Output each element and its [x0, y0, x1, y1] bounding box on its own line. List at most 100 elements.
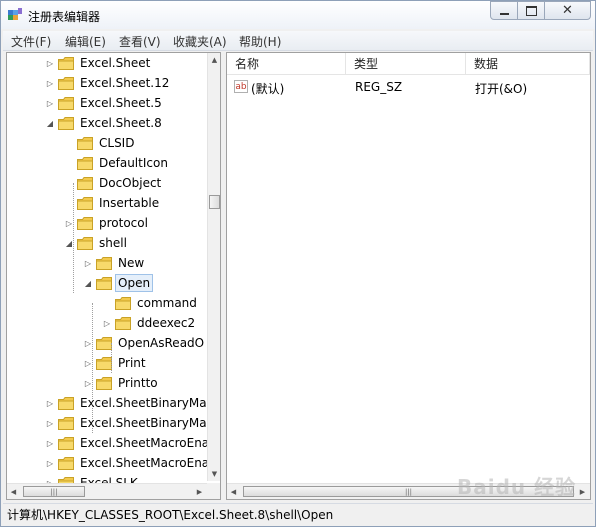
tree-item[interactable]: ▷ New [83, 253, 146, 273]
tree-item-label: OpenAsReadO [118, 336, 205, 350]
tree-item-label: Printto [118, 376, 158, 390]
folder-icon [58, 456, 74, 470]
tree-item-label: Excel.SheetBinaryMac [80, 396, 214, 410]
tree-item-label: Excel.Sheet [80, 56, 151, 70]
title-bar[interactable]: 注册表编辑器 ✕ [1, 1, 595, 29]
scroll-left-arrow-icon[interactable]: ◀ [7, 485, 20, 499]
status-bar: 计算机\HKEY_CLASSES_ROOT\Excel.Sheet.8\shel… [3, 503, 593, 524]
collapse-arrow-icon[interactable]: ◢ [83, 279, 93, 288]
expand-arrow-icon[interactable]: ▷ [45, 59, 55, 68]
folder-icon [77, 136, 93, 150]
tree-item[interactable]: ▷ Excel.Sheet [45, 53, 152, 73]
tree-item-label: Excel.SheetBinaryMac [80, 416, 214, 430]
expand-arrow-icon[interactable]: ▷ [45, 99, 55, 108]
tree-item[interactable]: ▷ Excel.Sheet.12 [45, 73, 171, 93]
folder-icon [96, 336, 112, 350]
folder-icon [58, 56, 74, 70]
menu-favorites[interactable]: 收藏夹(A) [173, 33, 227, 50]
tree-item[interactable]: DefaultIcon [64, 153, 170, 173]
tree-item[interactable]: ▷ Excel.Sheet.5 [45, 93, 164, 113]
tree-item[interactable]: ◢ Excel.Sheet.8 [45, 113, 164, 133]
tree-item[interactable]: command [102, 293, 199, 313]
scrollbar-corner [207, 483, 220, 499]
close-button[interactable]: ✕ [544, 1, 591, 20]
collapse-arrow-icon[interactable]: ◢ [45, 119, 55, 128]
scroll-down-arrow-icon[interactable]: ▼ [208, 467, 220, 481]
tree-item[interactable]: ▷ Excel.SheetBinaryMac [45, 393, 215, 413]
tree-item[interactable]: DocObject [64, 173, 163, 193]
tree-item[interactable]: Insertable [64, 193, 161, 213]
tree-item[interactable]: ▷ Excel.SheetMacroEna [45, 453, 211, 473]
window-title: 注册表编辑器 [28, 10, 101, 24]
tree-item[interactable]: ▷ Printto [83, 373, 160, 393]
expand-arrow-icon[interactable]: ▷ [45, 79, 55, 88]
folder-icon [58, 436, 74, 450]
menu-bar: 文件(F) 编辑(E) 查看(V) 收藏夹(A) 帮助(H) [3, 31, 593, 51]
scroll-up-arrow-icon[interactable]: ▲ [208, 53, 220, 67]
column-header-data[interactable]: 数据 [466, 53, 590, 75]
registry-key-tree[interactable]: ▷ Excel.Sheet ▷ Excel.Sheet.12 ▷ Excel.Sheet.… [6, 52, 221, 500]
tree-item-label: command [137, 296, 197, 310]
tree-item[interactable]: ▷ Excel.SheetBinaryMac [45, 413, 215, 433]
tree-item-label: Excel.Sheet.5 [80, 96, 162, 110]
registry-editor-window: 注册表编辑器 ✕ 文件(F) 编辑(E) 查看(V) 收藏夹(A) 帮助(H) … [0, 0, 596, 527]
expand-arrow-icon[interactable]: ▷ [102, 319, 112, 328]
minimize-icon [499, 12, 509, 15]
tree-item-label: Excel.SheetMacroEna [80, 456, 210, 470]
expand-arrow-icon[interactable]: ▷ [45, 459, 55, 468]
status-path: 计算机\HKEY_CLASSES_ROOT\Excel.Sheet.8\shel… [7, 507, 334, 522]
folder-icon [58, 116, 74, 130]
tree-item-label: protocol [99, 216, 148, 230]
tree-item[interactable]: ▷ OpenAsReadO [83, 333, 206, 353]
column-header-type[interactable]: 类型 [346, 53, 466, 75]
column-header-name[interactable]: 名称 [227, 53, 346, 75]
tree-item[interactable]: CLSID [64, 133, 136, 153]
maximize-icon [525, 5, 537, 16]
tree-item-label: ddeexec2 [137, 316, 196, 330]
folder-icon [96, 356, 112, 370]
value-data: 打开(&O) [475, 82, 528, 96]
tree-connector-line [73, 183, 74, 293]
scroll-right-arrow-icon[interactable]: ▶ [193, 485, 206, 499]
tree-item[interactable]: ▷ Excel.SheetMacroEna [45, 433, 211, 453]
baidu-watermark: Baidu 经验 [457, 475, 577, 499]
tree-item-label: Print [118, 356, 146, 370]
string-value-icon: ab [234, 80, 248, 93]
expand-arrow-icon[interactable]: ▷ [45, 439, 55, 448]
folder-icon [58, 76, 74, 90]
maximize-button[interactable] [517, 1, 545, 20]
tree-horizontal-scroll-thumb[interactable]: ||| [23, 486, 85, 497]
registry-values-list[interactable]: 名称 类型 数据 ab (默认) REG_SZ 打开(&O) ◀ ||| ▶ [226, 52, 591, 500]
menu-edit[interactable]: 编辑(E) [65, 33, 106, 50]
tree-item[interactable]: ▷ ddeexec2 [102, 313, 197, 333]
tree-vertical-scroll-thumb[interactable] [209, 195, 220, 209]
folder-icon [77, 196, 93, 210]
tree-horizontal-scrollbar[interactable]: ◀ ||| ▶ [7, 483, 207, 499]
value-name: (默认) [251, 82, 285, 96]
menu-view[interactable]: 查看(V) [119, 33, 161, 50]
tree-item[interactable]: ◢ Open [83, 273, 154, 293]
tree-item-label: Excel.SheetMacroEna [80, 436, 210, 450]
folder-icon [58, 96, 74, 110]
tree-item-label: CLSID [99, 136, 135, 150]
tree-vertical-scrollbar[interactable]: ▲ ▼ [207, 53, 220, 481]
tree-connector-line [92, 303, 93, 433]
tree-item-label: Open [114, 274, 154, 292]
menu-file[interactable]: 文件(F) [11, 33, 51, 50]
minimize-button[interactable] [490, 1, 518, 20]
tree-item-label: New [118, 256, 145, 270]
folder-icon [58, 396, 74, 410]
folder-icon [58, 416, 74, 430]
folder-icon [96, 276, 112, 290]
expand-arrow-icon[interactable]: ▷ [45, 399, 55, 408]
expand-arrow-icon[interactable]: ▷ [83, 259, 93, 268]
scroll-left-arrow-icon[interactable]: ◀ [227, 485, 240, 499]
folder-icon [77, 216, 93, 230]
value-row[interactable]: ab (默认) REG_SZ 打开(&O) [227, 77, 590, 99]
expand-arrow-icon[interactable]: ▷ [45, 419, 55, 428]
menu-help[interactable]: 帮助(H) [239, 33, 281, 50]
tree-item-label: DocObject [99, 176, 162, 190]
tree-item-label: Excel.Sheet.8 [80, 116, 162, 130]
tree-item[interactable]: ▷ protocol [64, 213, 150, 233]
close-icon: ✕ [562, 3, 573, 18]
